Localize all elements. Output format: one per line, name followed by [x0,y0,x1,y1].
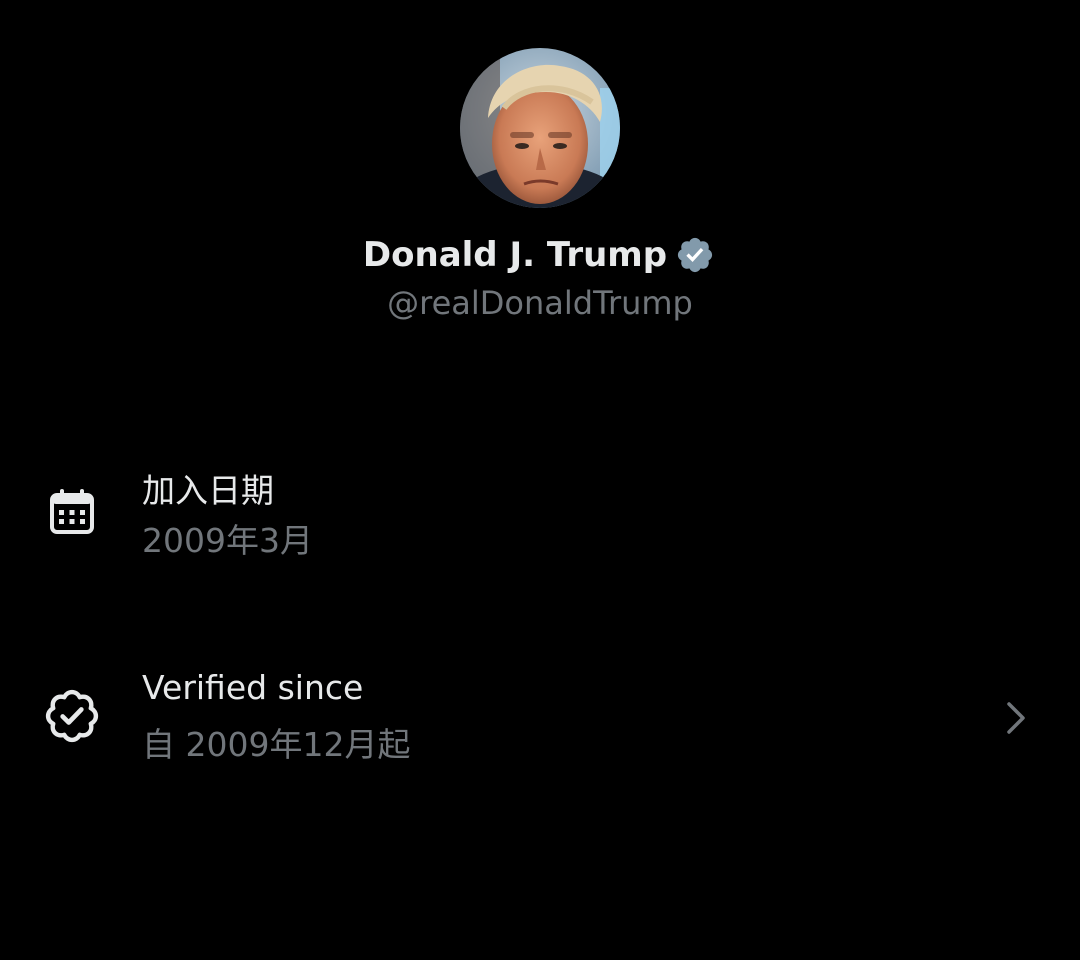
joined-date-row: 加入日期 2009年3月 [0,458,1080,568]
joined-date-value: 2009年3月 [142,521,313,560]
joined-date-label: 加入日期 [142,471,274,510]
avatar-image [460,48,620,208]
chevron-right-icon[interactable] [996,698,1036,738]
verified-badge-icon [673,233,717,277]
verified-seal-icon [44,688,100,744]
calendar-icon [44,484,100,540]
verified-since-label: Verified since [142,668,364,707]
verified-since-row[interactable]: Verified since 自 2009年12月起 [0,662,1080,772]
avatar[interactable] [460,48,620,208]
profile-header: Donald J. Trump @realDonaldTrump [0,0,1080,340]
display-name: Donald J. Trump [362,235,668,275]
verified-since-value: 自 2009年12月起 [142,725,411,764]
name-row: Donald J. Trump [0,228,1080,282]
user-handle: @realDonaldTrump [387,284,693,322]
